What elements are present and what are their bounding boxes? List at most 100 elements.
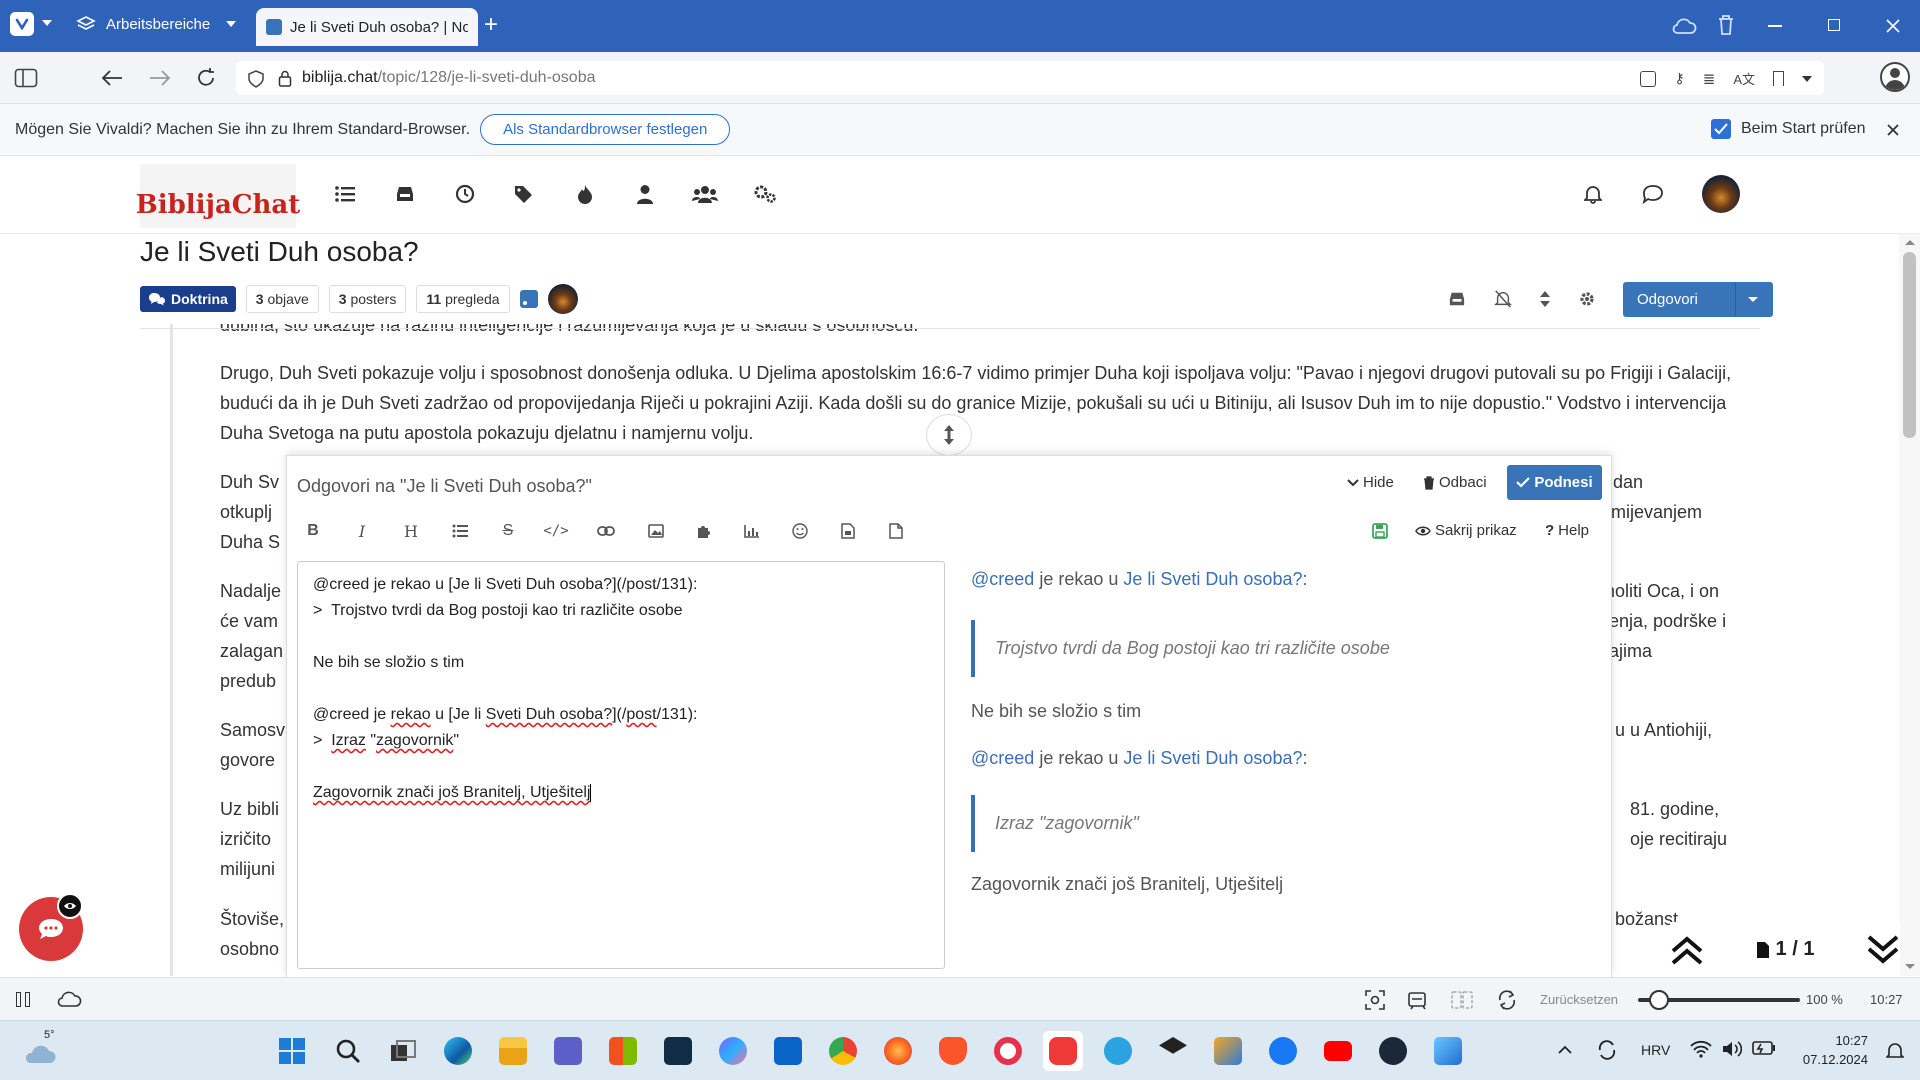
italic-icon[interactable]: I bbox=[349, 518, 375, 544]
restore-button[interactable] bbox=[1828, 19, 1840, 31]
workspaces-button[interactable]: Arbeitsbereiche bbox=[76, 14, 237, 34]
trash-icon[interactable] bbox=[1716, 13, 1736, 37]
zoom-slider[interactable] bbox=[1638, 990, 1800, 1010]
reader-icon[interactable]: ≣ bbox=[1703, 70, 1716, 88]
post-link[interactable]: Je li Sveti Duh osoba? bbox=[1123, 748, 1302, 768]
clock-icon[interactable] bbox=[447, 176, 483, 212]
bell-icon[interactable] bbox=[1575, 176, 1611, 212]
steam-icon[interactable] bbox=[1373, 1031, 1413, 1071]
tags-icon[interactable] bbox=[507, 176, 543, 212]
cloud-icon[interactable] bbox=[56, 989, 82, 1009]
gear-icon[interactable] bbox=[1578, 290, 1596, 308]
media-app-icon[interactable] bbox=[1208, 1031, 1248, 1071]
chevron-down-icon[interactable] bbox=[1802, 75, 1812, 82]
chat-icon[interactable] bbox=[1635, 176, 1671, 212]
clock[interactable]: 10:27 07.12.2024 bbox=[1796, 1031, 1868, 1069]
help-button[interactable]: ? Help bbox=[1545, 522, 1589, 539]
brave-icon[interactable] bbox=[933, 1031, 973, 1071]
caret-down-icon[interactable] bbox=[1748, 297, 1758, 302]
scroll-down-arrow[interactable] bbox=[1905, 964, 1915, 969]
heading-icon[interactable]: H bbox=[398, 518, 424, 544]
inbox-icon[interactable] bbox=[1448, 291, 1466, 307]
bold-icon[interactable]: B bbox=[300, 518, 326, 544]
link-icon[interactable] bbox=[593, 518, 619, 544]
weather-widget[interactable]: 5° bbox=[22, 1029, 62, 1069]
sync-tray-icon[interactable] bbox=[1596, 1039, 1618, 1061]
teams-icon[interactable] bbox=[548, 1031, 588, 1071]
firefox-icon[interactable] bbox=[878, 1031, 918, 1071]
translate-icon[interactable]: A文 bbox=[1733, 69, 1755, 88]
rss-icon[interactable] bbox=[1640, 70, 1657, 87]
reply-button[interactable]: Odgovori bbox=[1623, 282, 1773, 317]
strikethrough-icon[interactable]: S bbox=[495, 518, 521, 544]
avatar[interactable] bbox=[1702, 175, 1740, 213]
profile-icon[interactable] bbox=[1880, 62, 1910, 92]
double-chevron-up-icon[interactable] bbox=[1670, 933, 1704, 967]
chevron-up-icon[interactable] bbox=[1558, 1045, 1572, 1054]
mention-link[interactable]: @creed bbox=[971, 748, 1034, 768]
file-icon[interactable] bbox=[883, 518, 909, 544]
mention-link[interactable]: @creed bbox=[971, 569, 1034, 589]
tab-active[interactable]: Je li Sveti Duh osoba? | Noc bbox=[256, 8, 478, 46]
set-default-button[interactable]: Als Standardbrowser festlegen bbox=[480, 114, 731, 145]
category-badge[interactable]: Doktrina bbox=[140, 286, 236, 312]
image-icon[interactable] bbox=[643, 518, 669, 544]
file-explorer-icon[interactable] bbox=[493, 1031, 533, 1071]
sort-icon[interactable] bbox=[1540, 291, 1550, 307]
wifi-icon[interactable] bbox=[1690, 1040, 1712, 1058]
site-logo[interactable]: BiblijaChat bbox=[136, 164, 300, 228]
avatar[interactable] bbox=[547, 284, 578, 314]
volume-icon[interactable] bbox=[1722, 1040, 1742, 1058]
inbox-icon[interactable] bbox=[387, 176, 423, 212]
composer-textarea[interactable]: @creed je rekao u [Je li Sveti Duh osoba… bbox=[297, 561, 945, 969]
notification-bell-icon[interactable] bbox=[1886, 1041, 1904, 1061]
address-field[interactable]: biblija.chat/topic/128/je-li-sveti-duh-o… bbox=[236, 61, 1824, 95]
save-draft-icon[interactable] bbox=[1367, 518, 1393, 544]
store-icon[interactable] bbox=[603, 1031, 643, 1071]
hide-preview-button[interactable]: Sakrij prikaz bbox=[1415, 522, 1517, 539]
checkbox-checked[interactable] bbox=[1711, 119, 1731, 139]
chevron-down-icon[interactable] bbox=[42, 20, 52, 26]
search-icon[interactable] bbox=[328, 1031, 368, 1071]
new-tab-button[interactable]: + bbox=[484, 12, 498, 38]
chrome-icon[interactable] bbox=[823, 1031, 863, 1071]
close-icon[interactable] bbox=[1887, 124, 1899, 136]
submit-button[interactable]: Podnesi bbox=[1507, 465, 1602, 500]
app-icon[interactable] bbox=[658, 1031, 698, 1071]
scrollbar-thumb[interactable] bbox=[1903, 252, 1916, 438]
forward-icon[interactable] bbox=[142, 60, 178, 96]
panel-toggle-icon[interactable] bbox=[8, 60, 44, 96]
fire-icon[interactable] bbox=[567, 176, 603, 212]
edge-icon[interactable] bbox=[438, 1031, 478, 1071]
smiley-icon[interactable] bbox=[787, 518, 813, 544]
composer-resize-handle[interactable] bbox=[926, 414, 972, 456]
cloud-sync-icon[interactable] bbox=[1671, 15, 1697, 37]
rss-icon[interactable] bbox=[519, 290, 538, 308]
panel-layout-icon[interactable] bbox=[16, 992, 30, 1007]
tiling-icon[interactable] bbox=[1451, 990, 1473, 1010]
users-icon[interactable] bbox=[687, 176, 723, 212]
discard-button[interactable]: Odbaci bbox=[1423, 474, 1487, 491]
user-icon[interactable] bbox=[627, 176, 663, 212]
battery-icon[interactable] bbox=[1752, 1041, 1776, 1055]
puzzle-icon[interactable] bbox=[691, 518, 717, 544]
capture-icon[interactable] bbox=[1365, 990, 1385, 1010]
language-indicator[interactable]: HRV bbox=[1641, 1042, 1670, 1058]
chart-icon[interactable] bbox=[739, 518, 765, 544]
code-icon[interactable]: </> bbox=[543, 518, 569, 544]
zoom-reset-label[interactable]: Zurücksetzen bbox=[1540, 992, 1618, 1007]
double-chevron-down-icon[interactable] bbox=[1866, 933, 1900, 967]
vivaldi-taskbar-icon[interactable] bbox=[1043, 1031, 1083, 1071]
back-icon[interactable] bbox=[94, 60, 130, 96]
bell-slash-icon[interactable] bbox=[1494, 290, 1512, 308]
composer-title[interactable]: Odgovori na "Je li Sveti Duh osoba?" bbox=[297, 476, 897, 497]
photos-icon[interactable] bbox=[1428, 1031, 1468, 1071]
opera-icon[interactable] bbox=[988, 1031, 1028, 1071]
youtube-icon[interactable] bbox=[1318, 1031, 1358, 1071]
telegram-icon[interactable] bbox=[1098, 1031, 1138, 1071]
dropbox-icon[interactable] bbox=[1153, 1031, 1193, 1071]
reload-icon[interactable] bbox=[188, 60, 224, 96]
sync-icon[interactable] bbox=[1496, 989, 1518, 1011]
page-actions-icon[interactable] bbox=[1408, 990, 1428, 1010]
chat-widget-button[interactable] bbox=[19, 893, 83, 961]
